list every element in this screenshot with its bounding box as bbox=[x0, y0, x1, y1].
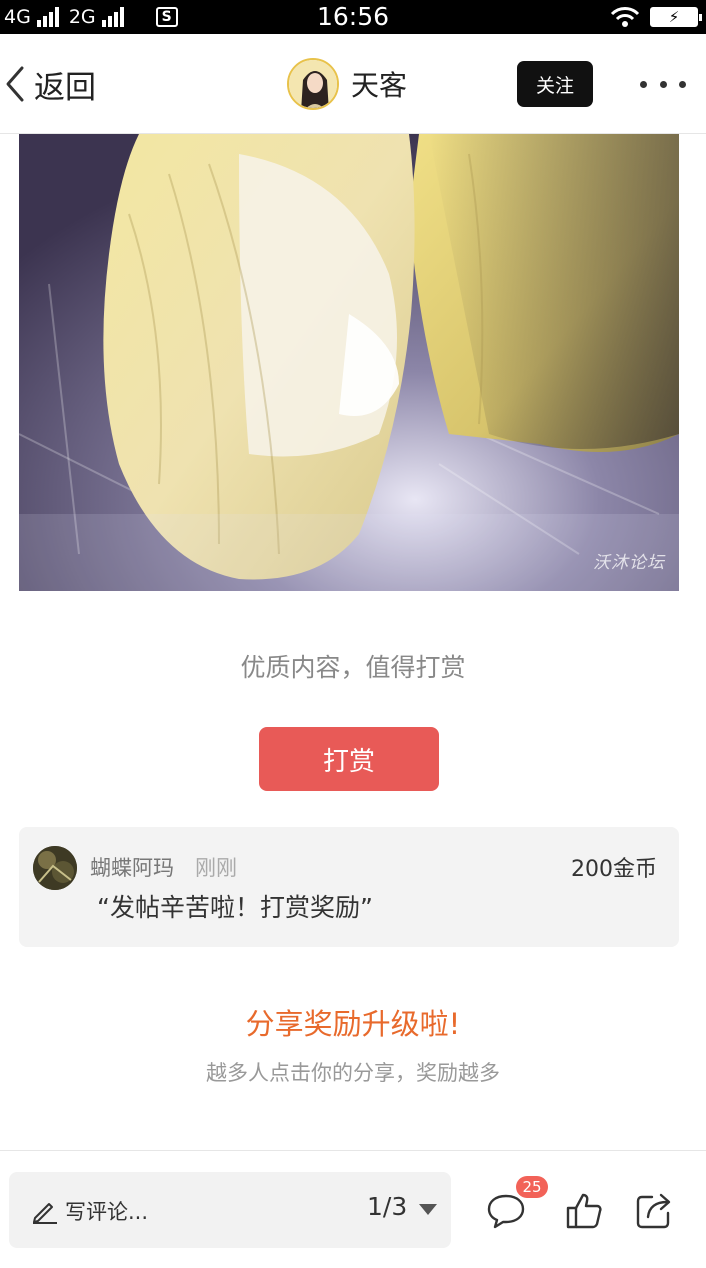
chevron-left-icon bbox=[6, 66, 24, 102]
durian-photo bbox=[19, 134, 679, 591]
tipper-avatar[interactable] bbox=[33, 846, 77, 890]
thumbs-up-icon[interactable] bbox=[564, 1191, 604, 1231]
comment-placeholder: 写评论... bbox=[65, 1200, 149, 1224]
comment-input[interactable]: 写评论... 1/3 bbox=[9, 1172, 451, 1248]
post-image[interactable]: 沃沐论坛 bbox=[19, 134, 679, 591]
nav-bar: 返回 天客 关注 bbox=[0, 34, 706, 134]
author-name[interactable]: 天客 bbox=[351, 64, 407, 104]
share-reward-subtitle: 越多人点击你的分享，奖励越多 bbox=[206, 1061, 500, 1085]
more-options-button[interactable] bbox=[640, 70, 686, 98]
bottom-bar: 写评论... 1/3 25 bbox=[0, 1150, 706, 1268]
tip-time: 刚刚 bbox=[195, 856, 237, 880]
comment-count-badge: 25 bbox=[516, 1176, 548, 1198]
back-button[interactable]: 返回 bbox=[0, 62, 96, 106]
back-label: 返回 bbox=[34, 69, 96, 106]
tip-prompt: 优质内容，值得打赏 bbox=[240, 653, 466, 682]
share-icon[interactable] bbox=[634, 1191, 674, 1231]
wifi-icon bbox=[610, 7, 640, 27]
watermark: 沃沐论坛 bbox=[593, 553, 665, 573]
tip-message: “发帖辛苦啦！打赏奖励” bbox=[97, 893, 373, 922]
dot bbox=[640, 80, 647, 88]
status-time: 16:56 bbox=[316, 2, 390, 31]
status-bar: 4G 2G S 16:56 ⚡ bbox=[0, 0, 706, 34]
author-info[interactable]: 天客 bbox=[287, 58, 407, 110]
status-right: ⚡ bbox=[610, 4, 702, 30]
chevron-down-icon[interactable] bbox=[419, 1204, 437, 1215]
share-reward-title[interactable]: 分享奖励升级啦! bbox=[0, 1001, 706, 1043]
tip-amount: 200金币 bbox=[571, 857, 657, 882]
dot bbox=[679, 80, 686, 88]
tip-record-card: 蝴蝶阿玛 刚刚 200金币 “发帖辛苦啦！打赏奖励” bbox=[19, 827, 679, 947]
tip-button[interactable]: 打赏 bbox=[259, 727, 439, 791]
follow-button[interactable]: 关注 bbox=[517, 61, 593, 107]
author-avatar[interactable] bbox=[287, 58, 339, 110]
tipper-name[interactable]: 蝴蝶阿玛 bbox=[90, 852, 174, 882]
dot bbox=[659, 80, 667, 88]
charging-battery-icon: ⚡ bbox=[650, 7, 702, 27]
comment-icon[interactable] bbox=[486, 1193, 526, 1229]
page-indicator[interactable]: 1/3 bbox=[367, 1192, 407, 1221]
pencil-icon bbox=[33, 1203, 57, 1224]
